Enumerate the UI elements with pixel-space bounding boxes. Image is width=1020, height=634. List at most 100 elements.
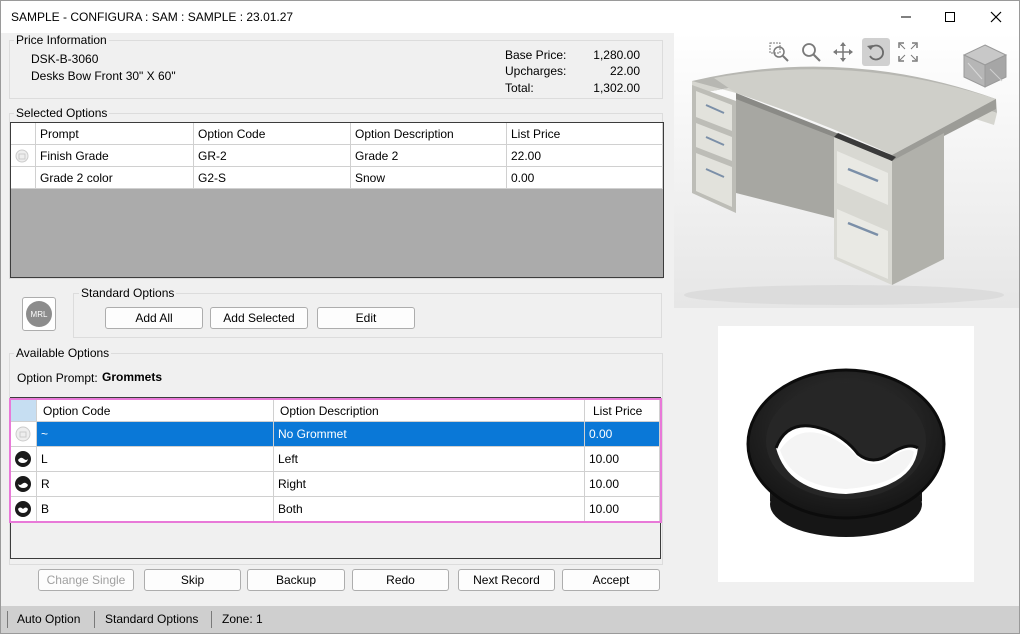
row-header: [11, 422, 37, 447]
cell-option-code[interactable]: L: [37, 447, 274, 472]
available-options-header: Option Code Option Description List Pric…: [11, 400, 660, 422]
standard-options-label: Standard Options: [79, 286, 177, 300]
grommet-right-icon: [15, 476, 31, 492]
cell-option-description[interactable]: Snow: [351, 167, 507, 189]
upcharges-value: 22.00: [609, 64, 640, 78]
product-code: DSK-B-3060: [31, 52, 99, 66]
table-row[interactable]: B Both 10.00: [11, 497, 660, 521]
cell-list-price[interactable]: 22.00: [507, 145, 663, 167]
row-header: [11, 472, 37, 497]
cell-list-price[interactable]: 10.00: [585, 497, 660, 521]
no-image-icon: [15, 426, 31, 442]
grommet-left-icon: [15, 451, 31, 467]
available-options-grid[interactable]: Option Code Option Description List Pric…: [9, 398, 662, 523]
total-label: Total:: [505, 81, 534, 95]
cell-prompt[interactable]: Finish Grade: [36, 145, 194, 167]
maximize-icon: [945, 12, 955, 22]
table-row[interactable]: Finish Grade GR-2 Grade 2 22.00: [11, 145, 663, 167]
total-value: 1,302.00: [593, 81, 640, 95]
redo-button[interactable]: Redo: [352, 569, 449, 591]
cell-option-code[interactable]: ~: [37, 422, 274, 447]
cell-option-code[interactable]: B: [37, 497, 274, 521]
configurator-window: SAMPLE - CONFIGURA : SAM : SAMPLE : 23.0…: [0, 0, 1020, 634]
row-header-corner: [11, 400, 37, 422]
cell-option-description[interactable]: No Grommet: [274, 422, 585, 447]
table-row[interactable]: Grade 2 color G2-S Snow 0.00: [11, 167, 663, 189]
status-auto-option: Auto Option: [17, 612, 81, 626]
status-separator: [94, 611, 95, 628]
column-header-option-code[interactable]: Option Code: [37, 400, 274, 422]
available-options-label: Available Options: [14, 346, 112, 360]
no-image-icon: [15, 149, 29, 162]
cell-option-code[interactable]: G2-S: [194, 167, 351, 189]
table-row[interactable]: R Right 10.00: [11, 472, 660, 497]
rotate-button[interactable]: [862, 38, 890, 66]
cell-list-price[interactable]: 0.00: [507, 167, 663, 189]
edit-button[interactable]: Edit: [317, 307, 415, 329]
row-header-corner: [11, 123, 36, 145]
table-row-selected[interactable]: ~ No Grommet 0.00: [11, 422, 660, 447]
backup-button[interactable]: Backup: [247, 569, 345, 591]
cell-list-price[interactable]: 10.00: [585, 472, 660, 497]
status-separator: [211, 611, 212, 628]
column-header-option-description[interactable]: Option Description: [274, 400, 585, 422]
base-price-value: 1,280.00: [593, 48, 640, 62]
cell-option-description[interactable]: Both: [274, 497, 585, 521]
add-all-button[interactable]: Add All: [105, 307, 203, 329]
3d-viewer[interactable]: [674, 33, 1019, 308]
close-icon: [990, 11, 1002, 23]
product-description: Desks Bow Front 30" X 60": [31, 69, 176, 83]
row-header: [11, 497, 37, 521]
cell-option-code[interactable]: GR-2: [194, 145, 351, 167]
add-selected-button[interactable]: Add Selected: [210, 307, 308, 329]
title-bar: SAMPLE - CONFIGURA : SAM : SAMPLE : 23.0…: [1, 1, 1019, 33]
maximize-button[interactable]: [927, 1, 973, 33]
cell-list-price[interactable]: 0.00: [585, 422, 660, 447]
cell-option-description[interactable]: Right: [274, 472, 585, 497]
mrl-logo: MRL: [26, 301, 52, 327]
selected-options-grid[interactable]: Prompt Option Code Option Description Li…: [10, 122, 664, 278]
row-header: [11, 145, 36, 167]
option-prompt-label: Option Prompt:: [17, 371, 98, 385]
close-button[interactable]: [973, 1, 1019, 33]
column-header-option-description[interactable]: Option Description: [351, 123, 507, 145]
selected-options-header: Prompt Option Code Option Description Li…: [11, 123, 663, 145]
minimize-button[interactable]: [883, 1, 929, 33]
option-preview-image: [718, 326, 974, 582]
column-header-list-price[interactable]: List Price: [585, 400, 660, 422]
cell-list-price[interactable]: 10.00: [585, 447, 660, 472]
base-price-label: Base Price:: [505, 48, 567, 62]
option-prompt-value: Grommets: [102, 370, 163, 384]
cell-prompt[interactable]: Grade 2 color: [36, 167, 194, 189]
next-record-button[interactable]: Next Record: [458, 569, 555, 591]
cell-option-description[interactable]: Left: [274, 447, 585, 472]
status-standard-options: Standard Options: [105, 612, 199, 626]
status-separator: [7, 611, 8, 628]
change-single-button[interactable]: Change Single: [38, 569, 134, 591]
grommet-both-icon: [15, 501, 31, 517]
selected-options-label: Selected Options: [14, 106, 110, 120]
fullscreen-icon[interactable]: [897, 41, 919, 63]
accept-button[interactable]: Accept: [562, 569, 660, 591]
zoom-extents-icon[interactable]: [768, 41, 790, 63]
price-information-label: Price Information: [14, 33, 109, 47]
minimize-icon: [901, 16, 911, 18]
zoom-icon[interactable]: [800, 41, 822, 63]
column-header-prompt[interactable]: Prompt: [36, 123, 194, 145]
column-header-list-price[interactable]: List Price: [507, 123, 663, 145]
table-row[interactable]: L Left 10.00: [11, 447, 660, 472]
upcharges-label: Upcharges:: [505, 64, 567, 78]
row-header: [11, 447, 37, 472]
pan-icon[interactable]: [832, 41, 854, 63]
cell-option-description[interactable]: Grade 2: [351, 145, 507, 167]
status-zone: Zone: 1: [222, 612, 263, 626]
rotate-icon: [867, 44, 884, 61]
view-cube-icon[interactable]: [960, 41, 1010, 89]
cell-option-code[interactable]: R: [37, 472, 274, 497]
skip-button[interactable]: Skip: [144, 569, 241, 591]
svg-text:MRL: MRL: [31, 310, 48, 319]
column-header-option-code[interactable]: Option Code: [194, 123, 351, 145]
status-bar: Auto Option Standard Options Zone: 1: [1, 606, 1019, 633]
mrl-logo-button[interactable]: MRL: [22, 297, 56, 331]
grommet-image: [746, 368, 946, 537]
